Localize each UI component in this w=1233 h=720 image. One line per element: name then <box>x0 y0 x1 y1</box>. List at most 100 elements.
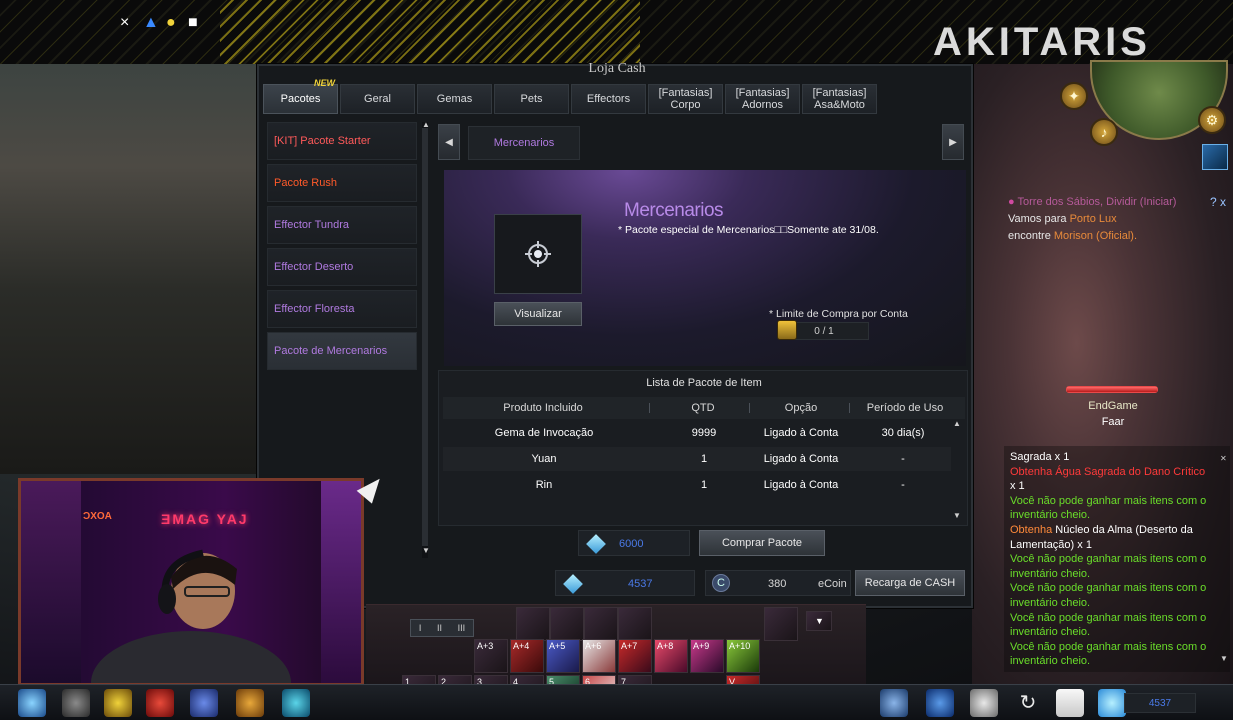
scroll-thumb[interactable] <box>422 128 428 546</box>
tab-pacotes[interactable]: NEW Pacotes <box>263 78 338 114</box>
header-periodo: Período de Uso <box>866 402 944 414</box>
lamp-icon[interactable] <box>104 689 132 717</box>
chat-message: Você não pode ganhar mais itens com o in… <box>1010 494 1224 523</box>
cell-period: - <box>901 479 905 491</box>
cell-product: Yuan <box>531 453 557 465</box>
mount-icon[interactable] <box>880 689 908 717</box>
slot-label: A+9 <box>693 641 710 651</box>
square-icon: ■ <box>188 14 198 31</box>
skill-book-icon[interactable] <box>146 689 174 717</box>
visualize-button[interactable]: Visualizar <box>494 302 582 326</box>
skill-shortcut-icon[interactable] <box>1202 144 1228 170</box>
cell-option: Ligado à Conta <box>763 479 839 491</box>
table-row[interactable]: Yuan 1 Ligado à Conta - <box>443 447 951 471</box>
guild-icon[interactable] <box>62 689 90 717</box>
table-row[interactable]: Rin 1 Ligado à Conta - <box>443 473 951 497</box>
subtab-mercenarios[interactable]: Mercenarios <box>468 126 580 160</box>
hotbar-slot[interactable]: A+5 <box>546 639 580 673</box>
package-list-item[interactable]: Effector Floresta <box>267 290 417 328</box>
quest-location-link[interactable]: Porto Lux <box>1070 213 1117 225</box>
tab-label: Geral <box>364 93 391 105</box>
hotbar-slot[interactable]: A+10 <box>726 639 760 673</box>
page-1-icon[interactable]: I <box>419 623 422 633</box>
webcam-overlay: ƆXOA ƎMAG YAJ <box>18 478 364 686</box>
handshake-icon[interactable] <box>970 689 998 717</box>
hotbar-dropdown-icon[interactable]: ▼ <box>806 611 832 631</box>
chat-message: Você não pode ganhar mais itens com o in… <box>1010 552 1224 581</box>
scroll-up-icon[interactable]: ▲ <box>422 120 430 129</box>
cash-shop-icon[interactable] <box>1098 689 1126 717</box>
package-list-item[interactable]: Effector Deserto <box>267 248 417 286</box>
package-list-item[interactable]: Effector Tundra <box>267 206 417 244</box>
hotbar-slot[interactable] <box>584 607 618 641</box>
neon-sign: ƎMAG YAJ <box>161 511 249 527</box>
tab-fantasias-adornos[interactable]: [Fantasias] Adornos <box>725 84 800 114</box>
hotbar-slot[interactable] <box>618 607 652 641</box>
table-row[interactable]: Gema de Invocação 9999 Ligado à Conta 30… <box>443 421 951 445</box>
buy-package-button[interactable]: Comprar Pacote <box>699 530 825 556</box>
package-list-item[interactable]: [KIT] Pacote Starter <box>267 122 417 160</box>
shop-title: Loja Cash <box>588 61 646 76</box>
tab-label: [Fantasias] Asa&Moto <box>812 87 867 111</box>
inventory-icon[interactable] <box>190 689 218 717</box>
package-list-item[interactable]: Pacote Rush <box>267 164 417 202</box>
hotbar-slot[interactable]: A+9 <box>690 639 724 673</box>
tab-gemas[interactable]: Gemas <box>417 84 492 114</box>
tab-effectors[interactable]: Effectors <box>571 84 646 114</box>
bottom-menu-bar: ↻ 4537 <box>0 684 1233 720</box>
new-badge: NEW <box>314 78 335 88</box>
compass-icon[interactable]: ✦ <box>1060 82 1088 110</box>
page-2-icon[interactable]: II <box>437 623 442 633</box>
tab-geral[interactable]: Geral <box>340 84 415 114</box>
next-arrow-button[interactable]: ▶ <box>942 124 964 160</box>
bell-icon[interactable]: ♪ <box>1090 118 1118 146</box>
tab-fantasias-corpo[interactable]: [Fantasias] Corpo <box>648 84 723 114</box>
quest-npc-link[interactable]: Morison (Oficial). <box>1054 230 1137 242</box>
pet-icon[interactable] <box>236 689 264 717</box>
chat-log[interactable]: Sagrada x 1 Obtenha Água Sagrada do Dano … <box>1004 446 1230 672</box>
hotbar-slot[interactable] <box>516 607 550 641</box>
scroll-up-icon[interactable]: ▲ <box>953 419 961 428</box>
package-list-scrollbar[interactable]: ▲ ▼ <box>422 120 430 558</box>
scroll-down-icon[interactable]: ▼ <box>422 546 430 555</box>
new-features-icon[interactable] <box>282 689 310 717</box>
tab-pets[interactable]: Pets <box>494 84 569 114</box>
refresh-icon[interactable]: ↻ <box>1014 689 1042 717</box>
cell-qty: 1 <box>700 453 708 465</box>
hotbar-slot[interactable]: A+8 <box>654 639 688 673</box>
item-list-scrollbar[interactable]: ▲ ▼ <box>953 419 961 523</box>
player-name: EndGame <box>1088 400 1138 412</box>
quest-tracker[interactable]: ● Torre dos Sábios, Dividir (Iniciar) ? … <box>1008 194 1230 245</box>
character-icon[interactable] <box>18 689 46 717</box>
hotbar-page-buttons[interactable]: I II III <box>410 619 474 637</box>
hotbar-slot[interactable] <box>764 607 798 641</box>
chat-text: Você não pode ganhar mais itens com o in… <box>1010 582 1207 609</box>
hotbar-slot[interactable] <box>550 607 584 641</box>
package-list-item[interactable]: Pacote de Mercenarios <box>267 332 417 370</box>
scroll-down-icon[interactable]: ▼ <box>953 511 961 520</box>
player-hp-bar <box>1066 386 1158 393</box>
chat-message: Obtenha Núcleo da Alma (Deserto da Lamen… <box>1010 523 1224 552</box>
slot-label: A+4 <box>513 641 530 651</box>
recharge-cash-button[interactable]: Recarga de CASH <box>855 570 965 596</box>
chat-message: Obtenha Água Sagrada do Dano Crítico <box>1010 465 1224 480</box>
hotbar-slot[interactable]: A+4 <box>510 639 544 673</box>
scroll-down-icon[interactable]: ▼ <box>1220 652 1228 667</box>
package-item-slot[interactable] <box>494 214 582 294</box>
new-event-icon[interactable] <box>926 689 954 717</box>
chat-message: Você não pode ganhar mais itens com o in… <box>1010 611 1224 640</box>
quest-title[interactable]: Torre dos Sábios, Dividir (Iniciar) <box>1018 196 1177 208</box>
hotbar-slot[interactable]: A+7 <box>618 639 652 673</box>
prev-arrow-button[interactable]: ◀ <box>438 124 460 160</box>
mail-icon[interactable] <box>1056 689 1084 717</box>
cash-balance: 4537 <box>555 570 695 596</box>
chat-scrollbar[interactable]: ✕ ▼ <box>1220 452 1228 666</box>
tab-fantasias-asa-moto[interactable]: [Fantasias] Asa&Moto <box>802 84 877 114</box>
header-produto: Produto Incluido <box>503 402 583 414</box>
page-3-icon[interactable]: III <box>458 623 466 633</box>
quest-close-icon[interactable]: ? x <box>1210 194 1226 211</box>
hotbar-slot[interactable]: A+6 <box>582 639 616 673</box>
settings-icon[interactable]: ⚙ <box>1198 106 1226 134</box>
chat-close-icon[interactable]: ✕ <box>1220 452 1227 467</box>
hotbar-slot[interactable]: A+3 <box>474 639 508 673</box>
